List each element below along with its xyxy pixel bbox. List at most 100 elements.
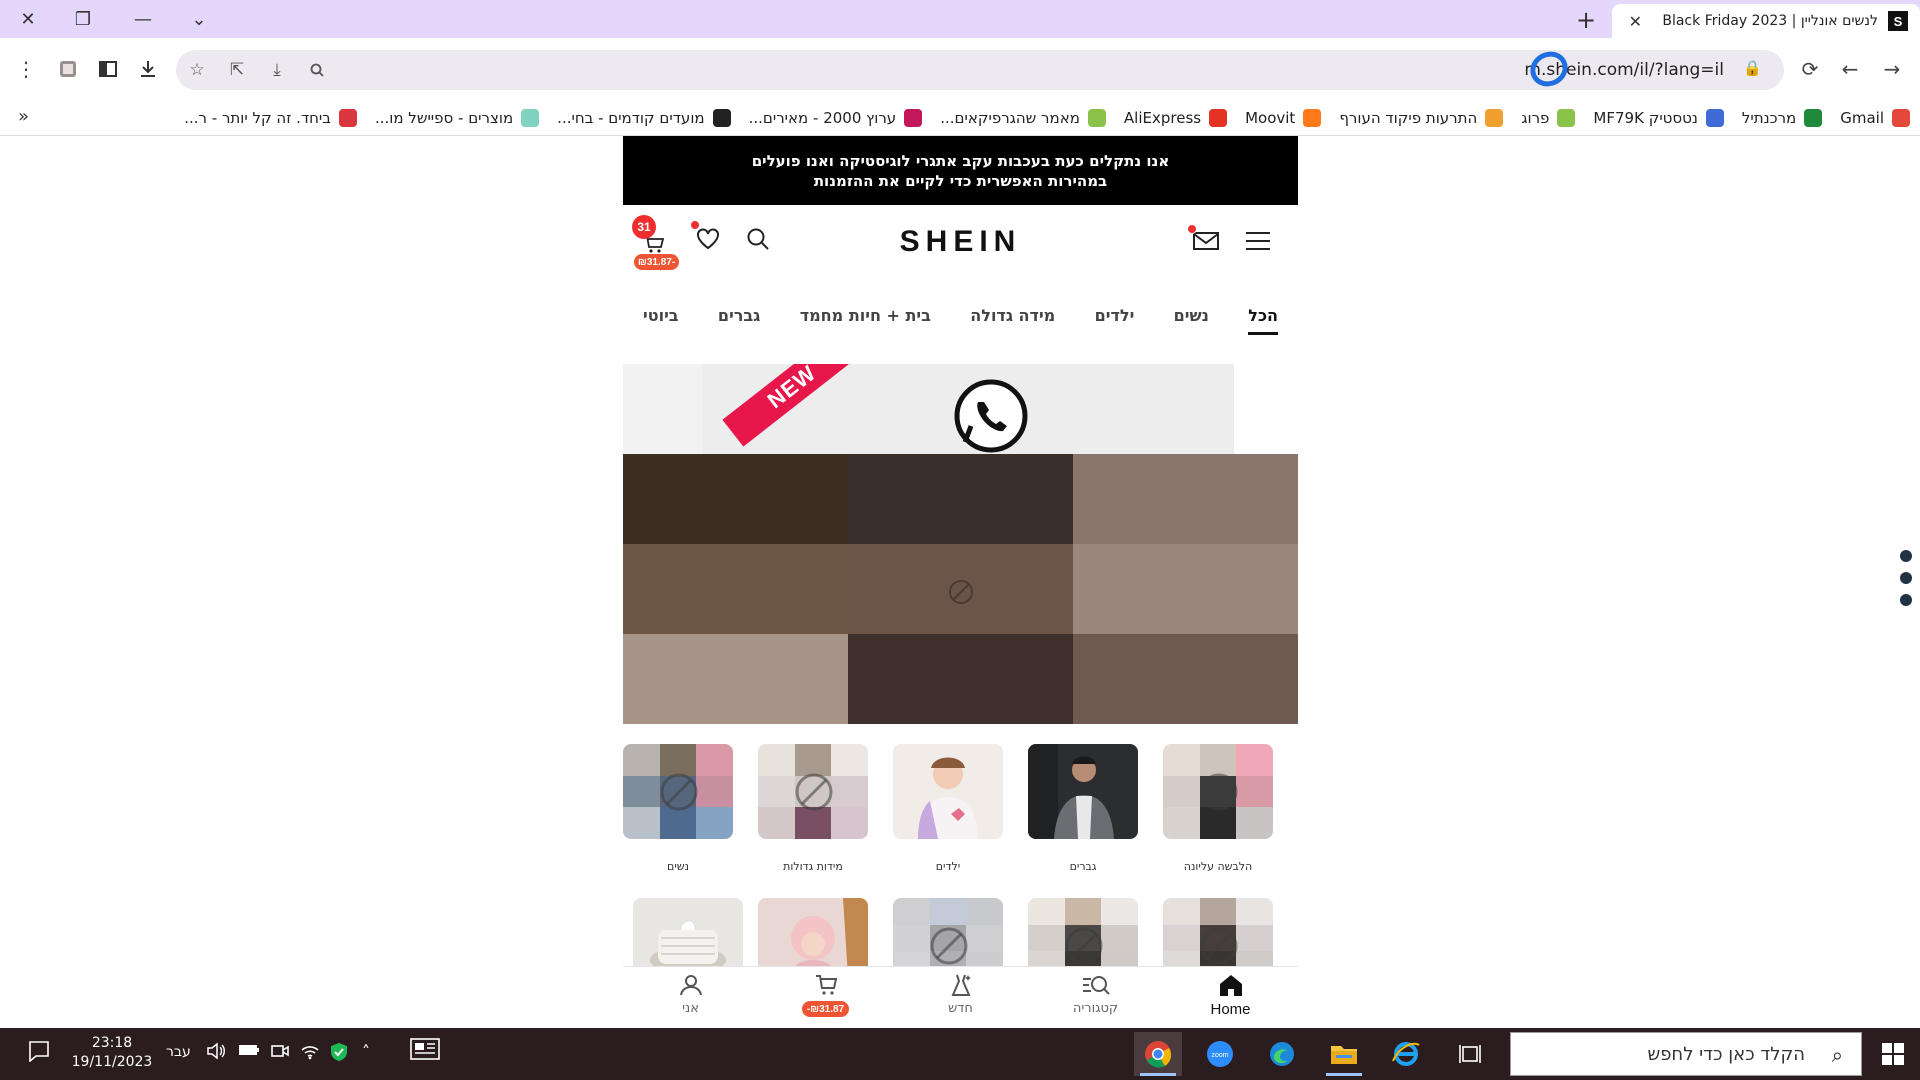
hamburger-menu-icon[interactable] <box>1241 224 1275 258</box>
input-language-indicator[interactable]: עבר <box>166 1044 191 1060</box>
edge-icon[interactable] <box>1258 1032 1306 1076</box>
taskbar-search-box[interactable]: הקלד כאן כדי לחפש ⌕ <box>1510 1032 1862 1076</box>
category-thumbnail[interactable]: נשים <box>623 744 733 884</box>
bookmark-item[interactable]: AliExpress <box>1123 109 1228 127</box>
category-thumbnail[interactable]: מידות גדולות <box>758 744 868 884</box>
category-thumbnail[interactable]: הלבשה עליונה <box>1163 744 1273 884</box>
windows-start-icon[interactable] <box>1866 1028 1920 1080</box>
bookmark-item[interactable]: מוצרים - ספיישל מו... <box>374 109 540 127</box>
file-explorer-icon[interactable] <box>1320 1032 1368 1076</box>
nav-new-label: חדש <box>948 1001 973 1016</box>
bookmark-label: פרוג <box>1521 109 1550 127</box>
whatsapp-promo-banner[interactable]: NEW <box>623 364 1298 454</box>
nav-new[interactable]: חדש <box>893 967 1028 1028</box>
home-front-icon <box>1485 109 1504 127</box>
profile-avatar-icon[interactable] <box>52 53 84 85</box>
together-icon <box>338 109 357 127</box>
bookmarks-overflow-icon[interactable]: » <box>18 106 29 127</box>
tab-search-chevron-icon[interactable]: ⌄ <box>176 0 222 38</box>
category-thumbnail[interactable]: גברים <box>1028 744 1138 884</box>
tab-close-icon[interactable]: ✕ <box>1629 12 1642 31</box>
bookmark-item[interactable]: פרוג <box>1521 109 1576 127</box>
bookmark-star-icon[interactable]: ☆ <box>184 57 210 83</box>
news-widget-icon[interactable] <box>410 1038 440 1064</box>
bookmark-item[interactable]: התרעות פיקוד העורף <box>1339 109 1504 127</box>
address-bar[interactable]: ☆ ⇱ ⤓ m.shein.com/il/?lang=il 🔒 <box>176 45 1784 93</box>
category-label: נשים <box>667 860 689 873</box>
web-page: אנו נתקלים כעת בעכבות עקב אתגרי לוגיסטיק… <box>0 136 1920 1028</box>
forward-icon[interactable]: → <box>1876 53 1908 85</box>
category-thumbnail[interactable]: ילדים <box>893 744 1003 884</box>
message-dot-badge <box>1187 224 1197 234</box>
clock-time: 23:18 <box>91 1035 133 1051</box>
broken-image-icon <box>1200 927 1238 965</box>
install-app-icon[interactable]: ⤓ <box>264 57 290 83</box>
zoom-search-icon[interactable] <box>304 57 330 83</box>
sidebar-icon[interactable] <box>92 53 124 85</box>
task-view-icon[interactable] <box>1446 1032 1494 1076</box>
broken-image-icon <box>930 927 968 965</box>
nav-home-label: Home <box>1210 1001 1251 1018</box>
share-icon[interactable]: ⇱ <box>224 57 250 83</box>
category-tab[interactable]: הכל <box>1248 281 1278 349</box>
category-label: גברים <box>1069 860 1097 873</box>
back-icon[interactable]: ← <box>1834 53 1866 85</box>
chrome-icon[interactable] <box>1134 1032 1182 1076</box>
browser-menu-icon[interactable]: ⋮ <box>10 53 42 85</box>
volume-icon[interactable] <box>206 1042 226 1064</box>
window-close-button[interactable]: ✕ <box>5 0 51 38</box>
bookmark-label: AliExpress <box>1123 109 1202 127</box>
bookmark-item[interactable]: ביחד. זה קל יותר - ר... <box>184 109 357 127</box>
notice-line-2: במהירות האפשרית כדי לקיים את ההזמנות <box>813 171 1108 190</box>
bookmark-item[interactable]: Gmail <box>1840 109 1910 127</box>
lock-icon[interactable]: 🔒 <box>1743 59 1762 77</box>
nav-cart[interactable]: ₪31.87- <box>758 967 893 1028</box>
article-icon <box>1087 109 1106 127</box>
nav-category[interactable]: קטגוריה <box>1028 967 1163 1028</box>
aliexpress-icon <box>1209 109 1228 127</box>
bookmark-item[interactable]: Moovit <box>1245 109 1322 127</box>
show-hidden-icons-chevron[interactable]: ˄ <box>362 1042 370 1061</box>
category-tab[interactable]: מידה גדולה <box>970 281 1055 349</box>
system-clock[interactable]: 23:18 19/11/2023 <box>64 1034 160 1072</box>
bookmark-item[interactable]: מאמר שהגרפיקאים... <box>940 109 1106 127</box>
download-icon[interactable] <box>132 53 164 85</box>
category-tab[interactable]: גברים <box>718 281 760 349</box>
notifications-icon[interactable] <box>28 1040 50 1066</box>
whatsapp-icon <box>954 379 1028 453</box>
browser-tab-active[interactable]: ✕ Black Friday 2023 | לנשים אונליין S <box>1612 4 1920 38</box>
security-shield-icon[interactable] <box>330 1042 348 1066</box>
bookmark-item[interactable]: מועדים קודמים - בחי... <box>557 109 731 127</box>
bookmark-item[interactable]: נטסטיק MF79K <box>1593 109 1724 127</box>
wifi-icon[interactable] <box>300 1042 320 1064</box>
clock-date: 19/11/2023 <box>71 1054 153 1070</box>
nav-me[interactable]: אני <box>623 967 758 1028</box>
bookmark-item[interactable]: מרכנתיל <box>1742 109 1823 127</box>
category-tab[interactable]: ילדים <box>1095 281 1135 349</box>
category-tab[interactable]: נשים <box>1174 281 1209 349</box>
gmail-icon <box>1892 109 1910 127</box>
channel-icon <box>904 109 923 127</box>
nav-home[interactable]: Home <box>1163 967 1298 1028</box>
bookmark-item[interactable]: ערוץ 2000 - מאירים... <box>749 109 923 127</box>
internet-explorer-icon[interactable] <box>1382 1032 1430 1076</box>
nav-me-label: אני <box>682 1001 699 1016</box>
broken-image-icon <box>1065 927 1103 965</box>
new-tab-button[interactable]: + <box>1572 6 1600 34</box>
category-label: הלבשה עליונה <box>1183 860 1253 873</box>
site-header: 31 ₪31.87- SHEIN <box>623 205 1298 281</box>
window-minimize-button[interactable]: — <box>120 0 166 38</box>
broken-image-icon <box>795 773 833 811</box>
bookmark-label: מועדים קודמים - בחי... <box>557 109 705 127</box>
zoom-icon[interactable]: zoom <box>1196 1032 1244 1076</box>
reload-icon[interactable]: ⟳ <box>1794 53 1826 85</box>
nav-cart-price-badge: ₪31.87- <box>801 1001 850 1017</box>
bookmark-label: מוצרים - ספיישל מו... <box>374 109 514 127</box>
meet-now-icon[interactable] <box>270 1042 290 1064</box>
category-tab[interactable]: בית + חיות מחמד <box>800 281 931 349</box>
window-restore-button[interactable]: ❐ <box>60 0 106 38</box>
floating-more-dots-icon[interactable] <box>1900 550 1914 616</box>
bookmark-label: ביחד. זה קל יותר - ר... <box>184 109 331 127</box>
category-tab[interactable]: ביוטי <box>643 281 679 349</box>
battery-icon[interactable] <box>238 1042 260 1061</box>
